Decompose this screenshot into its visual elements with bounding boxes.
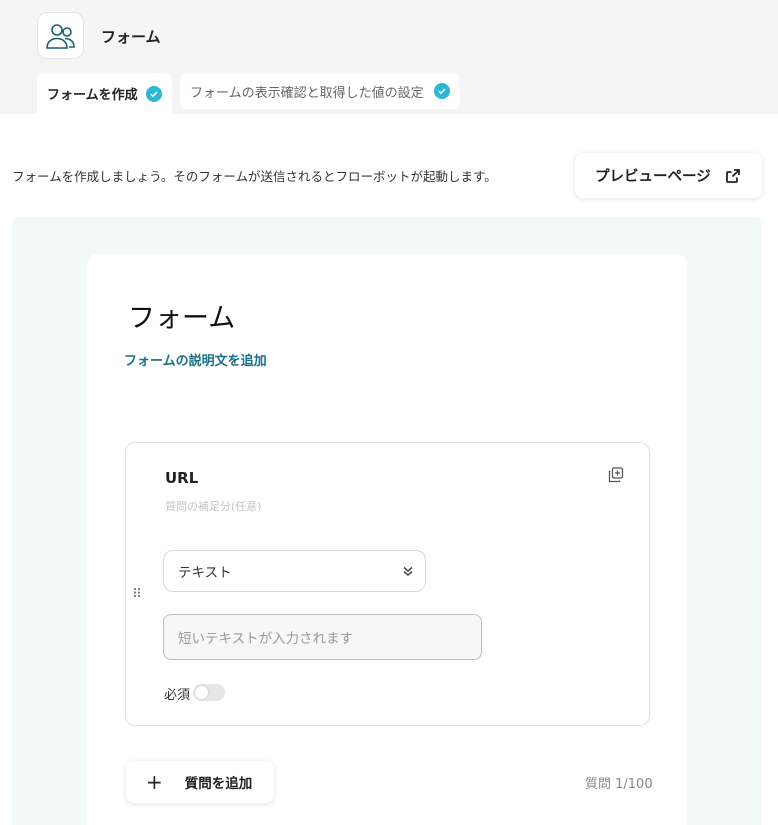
chevron-double-down-icon [401, 564, 415, 578]
answer-placeholder: 短いテキストが入力されます [178, 631, 354, 647]
toggle-knob [195, 686, 208, 699]
question-count: 質問 1/100 [585, 777, 653, 792]
add-description-link[interactable]: フォームの説明文を追加 [124, 350, 267, 369]
intro-text: フォームを作成しましょう。そのフォームが送信されるとフローボットが起動します。 [12, 169, 497, 184]
plus-icon: + [146, 770, 163, 794]
add-question-button[interactable]: + 質問を追加 [126, 761, 274, 803]
form-title[interactable]: フォーム [128, 296, 235, 335]
required-label: 必須 [164, 688, 191, 703]
check-circle-icon [434, 83, 450, 99]
question-type-select[interactable]: テキスト [163, 550, 426, 592]
tab-label: フォームの表示確認と取得した値の設定 [190, 85, 424, 101]
question-label[interactable]: URL [165, 469, 198, 487]
app-icon-tile [37, 12, 84, 59]
question-help-field[interactable]: 質問の補足分(任意) [165, 498, 262, 514]
tab-form-display-settings[interactable]: フォームの表示確認と取得した値の設定 [180, 73, 460, 109]
duplicate-icon[interactable] [607, 466, 625, 484]
add-question-label: 質問を追加 [184, 776, 253, 792]
preview-button-label: プレビューページ [595, 169, 711, 185]
tab-label: フォームを作成 [47, 88, 138, 103]
app-title: フォーム [101, 28, 161, 46]
preview-page-button[interactable]: プレビューページ [575, 153, 762, 198]
users-icon [45, 23, 75, 49]
required-toggle[interactable] [193, 684, 225, 701]
tab-create-form[interactable]: フォームを作成 [37, 73, 172, 114]
external-link-icon [725, 168, 741, 184]
answer-preview-field: 短いテキストが入力されます [163, 614, 482, 660]
question-type-value: テキスト [178, 565, 232, 581]
drag-handle-icon[interactable] [133, 587, 141, 601]
check-circle-icon [146, 85, 162, 102]
